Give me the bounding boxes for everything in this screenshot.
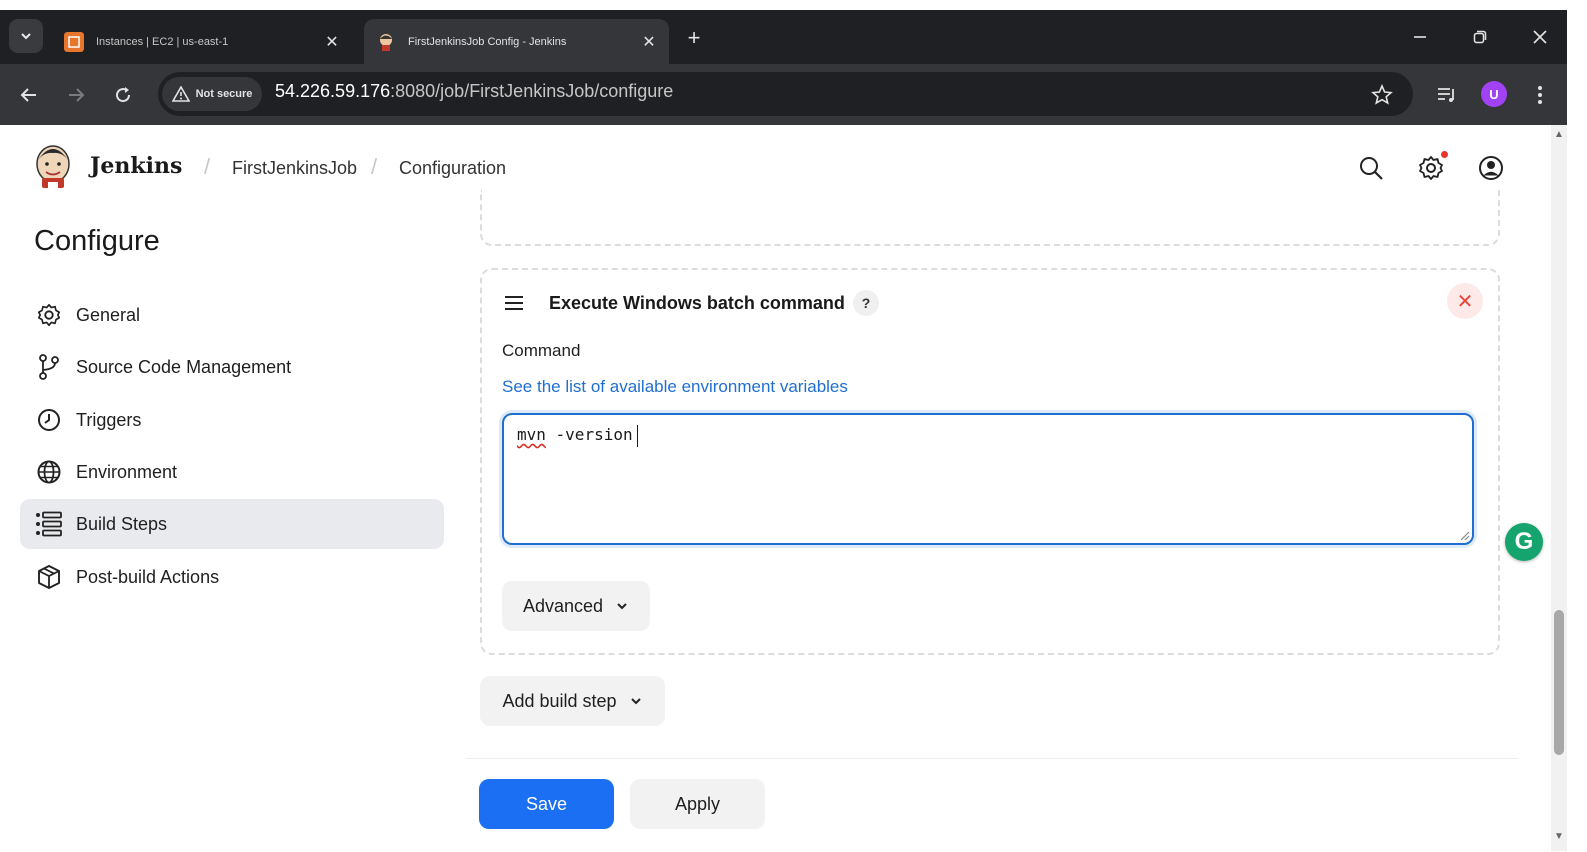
breadcrumb-separator: /	[204, 154, 211, 179]
sidebar-item-label: Triggers	[76, 409, 142, 430]
add-build-step-button[interactable]: Add build step	[480, 676, 665, 726]
grammarly-button[interactable]: G	[1505, 523, 1543, 561]
resize-grip-icon[interactable]	[1458, 529, 1470, 541]
tab-ec2-instances[interactable]: Instances | EC2 | us-east-1 ✕	[52, 19, 352, 64]
sidebar-item-triggers[interactable]: Triggers	[20, 395, 444, 445]
queue-music-icon	[1438, 88, 1454, 102]
close-icon: ✕	[1456, 290, 1474, 313]
form-actions-bar	[466, 758, 1518, 852]
window-right-edge	[1567, 0, 1587, 851]
tab-title: FirstJenkinsJob Config - Jenkins	[408, 35, 567, 48]
browser-menu-button[interactable]	[1523, 78, 1557, 112]
tab-title: Instances | EC2 | us-east-1	[96, 35, 229, 48]
advanced-label: Advanced	[522, 595, 604, 616]
media-controls-button[interactable]	[1430, 78, 1464, 112]
back-button[interactable]	[12, 78, 46, 112]
command-label: Command	[502, 341, 581, 360]
jenkins-icon	[380, 33, 392, 51]
scroll-up-icon[interactable]: ▲	[1553, 128, 1565, 140]
sidebar-item-general[interactable]: General	[20, 290, 444, 340]
minimize-button[interactable]	[1405, 22, 1435, 52]
tab-search-button[interactable]	[9, 19, 43, 53]
page-title: Configure	[34, 225, 160, 257]
tab-jenkins-config[interactable]: FirstJenkinsJob Config - Jenkins ✕	[364, 19, 669, 64]
list-icon	[34, 509, 64, 539]
url-path: :8080/job/FirstJenkinsJob/configure	[390, 81, 674, 101]
reload-button[interactable]	[106, 78, 140, 112]
reload-icon	[116, 87, 131, 103]
jenkins-brand[interactable]: Jenkins	[90, 153, 182, 179]
text-caret	[637, 425, 638, 447]
close-tab-icon[interactable]: ✕	[320, 30, 344, 54]
arrow-left-icon	[20, 88, 36, 102]
drag-handle-icon[interactable]	[502, 291, 526, 315]
scrollbar-thumb[interactable]	[1554, 610, 1564, 755]
command-args: -version	[545, 425, 633, 444]
delete-step-button[interactable]: ✕	[1447, 283, 1483, 319]
chevron-down-icon	[21, 33, 31, 40]
account-button[interactable]	[1475, 152, 1507, 184]
sidebar-item-post-build-actions[interactable]: Post-build Actions	[20, 552, 444, 602]
settings-icon	[1419, 156, 1443, 180]
gear-icon	[34, 300, 64, 330]
search-button[interactable]	[1355, 152, 1387, 184]
branch-icon	[34, 352, 64, 382]
sidebar-item-label: Post-build Actions	[76, 566, 220, 587]
more-vertical-icon	[1538, 86, 1542, 104]
add-build-step-label: Add build step	[502, 690, 617, 711]
help-button[interactable]: ?	[853, 290, 879, 316]
command-textarea[interactable]	[502, 413, 1474, 545]
command-word-misspelled: mvn	[517, 425, 546, 444]
package-icon	[34, 562, 64, 592]
notification-dot	[1441, 151, 1448, 158]
sidebar-item-label: Build Steps	[76, 513, 168, 534]
sidebar-item-label: Source Code Management	[76, 356, 292, 377]
env-variables-hint: See the list of available environment va…	[502, 377, 848, 397]
warning-icon	[171, 86, 190, 102]
grammarly-icon: G	[1514, 528, 1534, 555]
new-tab-button[interactable]: +	[680, 24, 708, 52]
minimize-icon	[1414, 36, 1426, 38]
jenkins-logo-icon[interactable]	[32, 144, 74, 192]
url-text[interactable]: 54.226.59.176:8080/job/FirstJenkinsJob/c…	[275, 81, 673, 102]
breadcrumb-configuration[interactable]: Configuration	[399, 158, 506, 179]
security-label: Not secure	[195, 88, 253, 100]
sidebar-item-source-code-management[interactable]: Source Code Management	[20, 342, 444, 392]
breadcrumb-separator: /	[371, 154, 378, 179]
window-top-strip	[0, 0, 1587, 10]
sidebar-item-label: General	[76, 304, 141, 325]
apply-button[interactable]: Apply	[630, 779, 765, 829]
scroll-down-icon[interactable]: ▼	[1553, 830, 1565, 842]
close-tab-icon[interactable]: ✕	[637, 30, 661, 54]
chevron-down-icon	[630, 698, 641, 705]
save-button[interactable]: Save	[479, 779, 614, 829]
arrow-right-icon	[69, 88, 85, 102]
close-icon	[1533, 30, 1547, 44]
advanced-button[interactable]: Advanced	[502, 581, 650, 631]
build-step-title: Execute Windows batch command	[549, 293, 845, 313]
sidebar-item-label: Environment	[76, 461, 178, 482]
url-host: 54.226.59.176	[275, 81, 391, 101]
close-window-button[interactable]	[1525, 22, 1555, 52]
env-hint-prefix: See	[502, 377, 537, 396]
profile-avatar[interactable]: U	[1481, 81, 1507, 107]
security-indicator[interactable]: Not secure	[162, 77, 262, 111]
account-icon	[1479, 156, 1503, 180]
clock-icon	[34, 405, 64, 435]
env-variables-link[interactable]: the list of available environment variab…	[537, 377, 848, 396]
breadcrumb-job[interactable]: FirstJenkinsJob	[232, 158, 357, 179]
forward-button[interactable]	[59, 78, 93, 112]
star-icon	[1371, 84, 1393, 105]
command-text: mvn -version	[517, 425, 633, 444]
aws-ec2-icon	[64, 31, 84, 52]
restore-icon	[1473, 30, 1487, 44]
chevron-down-icon	[617, 603, 627, 610]
sidebar-item-environment[interactable]: Environment	[20, 447, 444, 497]
bookmark-button[interactable]	[1365, 78, 1399, 112]
globe-icon	[34, 457, 64, 487]
restore-button[interactable]	[1465, 22, 1495, 52]
previous-section-card	[480, 190, 1500, 246]
search-icon	[1360, 157, 1383, 180]
sidebar-item-build-steps[interactable]: Build Steps	[20, 499, 444, 549]
